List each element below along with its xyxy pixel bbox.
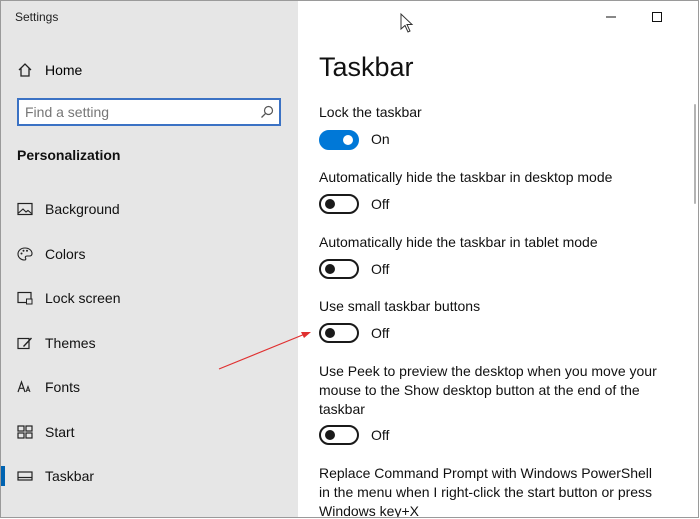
toggle-state-text: On bbox=[371, 131, 390, 147]
selection-indicator bbox=[1, 466, 5, 486]
toggle-state-text: Off bbox=[371, 261, 390, 277]
search-input[interactable] bbox=[25, 102, 253, 122]
palette-icon bbox=[17, 247, 33, 261]
taskbar-icon bbox=[17, 471, 33, 481]
home-link[interactable]: Home bbox=[17, 59, 82, 81]
sidebar-item-label: Fonts bbox=[45, 379, 81, 395]
sidebar-item-taskbar[interactable]: Taskbar bbox=[1, 459, 298, 493]
sidebar: Settings Home Personalization Background bbox=[1, 1, 298, 517]
setting-label-powershell: Replace Command Prompt with Windows Powe… bbox=[319, 465, 653, 518]
toggle-autohide-desktop[interactable] bbox=[319, 194, 359, 214]
sidebar-item-background[interactable]: Background bbox=[1, 192, 298, 226]
toggle-state-text: Off bbox=[371, 427, 390, 443]
close-icon bbox=[698, 12, 699, 22]
minimize-button[interactable] bbox=[588, 1, 634, 33]
app-title: Settings bbox=[15, 10, 59, 24]
toggle-knob bbox=[325, 328, 335, 338]
search-box[interactable] bbox=[17, 98, 281, 126]
toggle-state-text: Off bbox=[371, 196, 390, 212]
sidebar-item-label: Themes bbox=[45, 335, 96, 351]
search-icon[interactable] bbox=[260, 105, 274, 119]
sidebar-item-lock-screen[interactable]: Lock screen bbox=[1, 281, 298, 315]
settings-window: Settings Home Personalization Background bbox=[0, 0, 699, 518]
themes-icon bbox=[17, 337, 32, 350]
sidebar-item-label: Taskbar bbox=[45, 468, 95, 484]
sidebar-item-label: Colors bbox=[45, 246, 86, 262]
toggle-small-buttons[interactable] bbox=[319, 323, 359, 343]
page-title: Taskbar bbox=[319, 52, 414, 82]
minimize-icon bbox=[606, 16, 616, 18]
setting-label-peek: Use Peek to preview the desktop when you… bbox=[319, 363, 657, 417]
maximize-icon bbox=[652, 12, 662, 22]
lock-screen-icon bbox=[17, 291, 33, 305]
toggle-lock-taskbar[interactable] bbox=[319, 130, 359, 150]
toggle-knob bbox=[325, 199, 335, 209]
sidebar-item-start[interactable]: Start bbox=[1, 415, 298, 449]
maximize-button[interactable] bbox=[634, 1, 680, 33]
toggle-knob bbox=[325, 430, 335, 440]
fonts-icon bbox=[17, 380, 31, 393]
toggle-peek[interactable] bbox=[319, 425, 359, 445]
sidebar-item-label: Lock screen bbox=[45, 290, 121, 306]
close-button[interactable] bbox=[680, 1, 699, 33]
start-icon bbox=[17, 425, 33, 439]
toggle-state-text: Off bbox=[371, 325, 390, 341]
setting-label-autohide-tablet: Automatically hide the taskbar in tablet… bbox=[319, 234, 598, 250]
home-label: Home bbox=[45, 62, 83, 78]
picture-icon bbox=[17, 202, 33, 216]
sidebar-item-label: Start bbox=[45, 424, 75, 440]
sidebar-item-themes[interactable]: Themes bbox=[1, 326, 298, 360]
toggle-autohide-tablet[interactable] bbox=[319, 259, 359, 279]
section-title: Personalization bbox=[17, 147, 121, 163]
home-icon bbox=[18, 63, 32, 77]
toggle-knob bbox=[343, 135, 353, 145]
sidebar-item-colors[interactable]: Colors bbox=[1, 237, 298, 271]
setting-label-lock-taskbar: Lock the taskbar bbox=[319, 104, 422, 120]
sidebar-item-label: Background bbox=[45, 201, 120, 217]
main-content: Taskbar Lock the taskbar On Automaticall… bbox=[298, 1, 698, 517]
scrollbar-thumb[interactable] bbox=[694, 104, 696, 204]
setting-label-small-buttons: Use small taskbar buttons bbox=[319, 298, 481, 314]
toggle-knob bbox=[325, 264, 335, 274]
setting-label-autohide-desktop: Automatically hide the taskbar in deskto… bbox=[319, 169, 613, 185]
sidebar-item-fonts[interactable]: Fonts bbox=[1, 370, 298, 404]
